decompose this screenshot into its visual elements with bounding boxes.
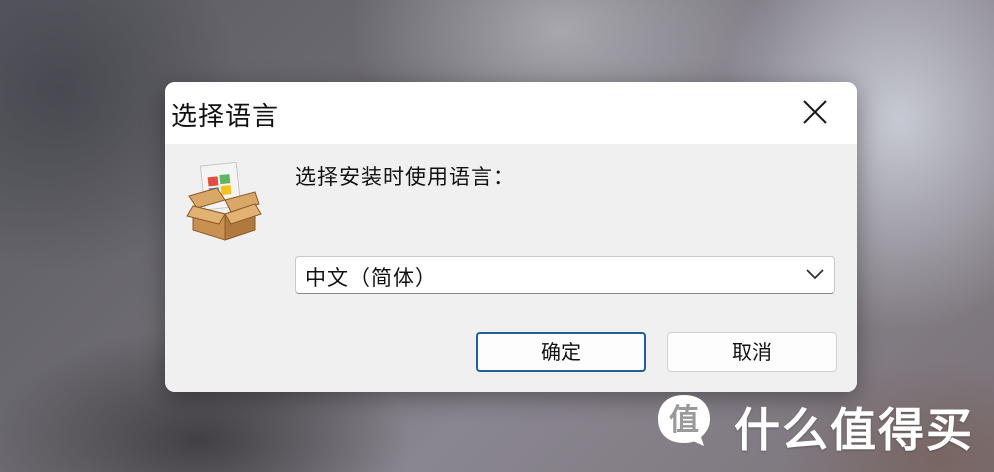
close-icon [803,100,827,124]
installer-package-icon [186,161,262,241]
watermark-text: 什么值得买 [734,403,974,457]
language-dialog: 选择语言 选择安装时使用语言： 中文（简体） 确定 取消 [165,82,857,392]
ok-button[interactable]: 确定 [476,332,646,372]
language-select-value: 中文（简体） [305,266,437,290]
dialog-titlebar: 选择语言 [165,82,857,144]
cancel-button[interactable]: 取消 [667,332,837,372]
language-select[interactable]: 中文（简体） [295,256,835,294]
dialog-content: 选择安装时使用语言： 中文（简体） 确定 取消 [165,144,857,392]
language-prompt: 选择安装时使用语言： [295,165,515,189]
close-button[interactable] [796,96,834,128]
chevron-down-icon [806,269,824,280]
svg-text:值: 值 [669,403,699,438]
dialog-title: 选择语言 [171,102,280,132]
smzdm-logo: 值 [658,395,710,446]
